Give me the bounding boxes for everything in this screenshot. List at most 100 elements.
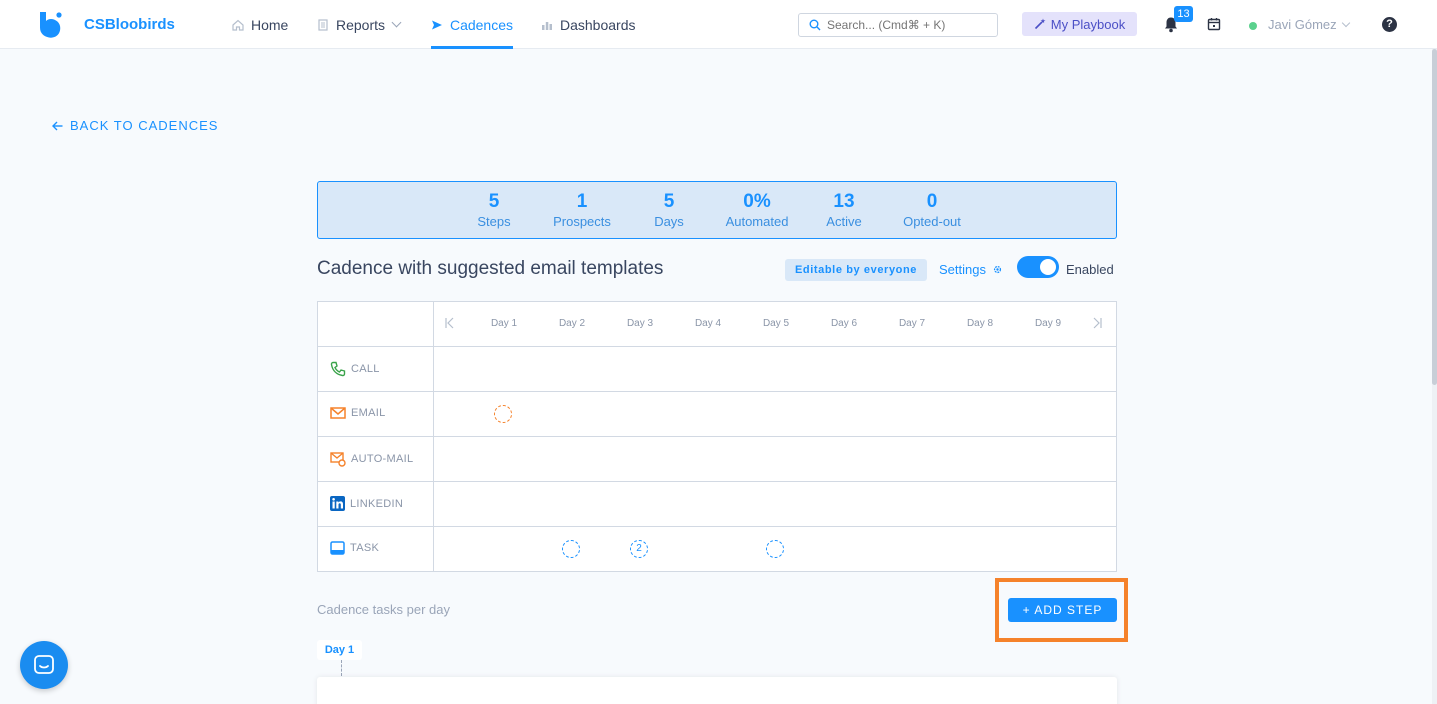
day-header: Day 4 xyxy=(694,318,722,329)
search-icon xyxy=(809,19,821,31)
stat-label: Opted-out xyxy=(903,214,961,229)
stat-value: 0% xyxy=(743,191,771,212)
calendar-icon[interactable] xyxy=(1207,17,1221,31)
page-scrollbar[interactable] xyxy=(1432,49,1437,704)
nav-cadences[interactable]: Cadences xyxy=(431,0,513,49)
nav-reports[interactable]: Reports xyxy=(317,0,402,49)
cadence-stats-panel: 5 Steps 1 Prospects 5 Days 0% Automated … xyxy=(317,181,1117,239)
chevron-down-icon xyxy=(391,17,402,28)
last-day-arrow-icon[interactable] xyxy=(1091,316,1103,330)
row-label: TASK xyxy=(350,542,380,554)
help-icon[interactable]: ? xyxy=(1382,17,1397,32)
bar-chart-icon xyxy=(542,21,552,30)
brand-name[interactable]: CSBloobirds xyxy=(84,16,175,33)
stat-active: 13 Active xyxy=(800,191,888,231)
cadence-title: Cadence with suggested email templates xyxy=(317,258,664,279)
auto-mail-icon xyxy=(330,452,346,467)
task-step-day-2[interactable] xyxy=(562,540,580,558)
task-icon xyxy=(330,541,345,555)
row-label: AUTO-MAIL xyxy=(351,453,414,465)
stat-value: 1 xyxy=(576,191,588,212)
magic-wand-icon xyxy=(1034,18,1046,30)
stat-prospects: 1 Prospects xyxy=(538,191,626,231)
search-input[interactable] xyxy=(798,13,998,37)
day-header: Day 2 xyxy=(558,318,586,329)
phone-icon xyxy=(330,361,346,377)
top-nav-bar: CSBloobirds Home Reports Cadences Dashbo… xyxy=(0,0,1437,49)
gear-icon xyxy=(993,265,1002,274)
back-link-label: BACK TO CADENCES xyxy=(70,118,219,133)
row-label: EMAIL xyxy=(351,407,386,419)
day-header: Day 6 xyxy=(830,318,858,329)
nav-home[interactable]: Home xyxy=(232,0,288,49)
timeline-day-tag: Day 1 xyxy=(317,640,362,660)
my-playbook-button[interactable]: My Playbook xyxy=(1022,12,1137,36)
nav-dashboards[interactable]: Dashboards xyxy=(541,0,636,49)
online-status-dot xyxy=(1249,22,1257,30)
email-step-day-1[interactable] xyxy=(494,405,512,423)
nav-reports-label: Reports xyxy=(336,16,386,33)
day-header: Day 7 xyxy=(898,318,926,329)
grid-divider xyxy=(318,346,1116,347)
nav-cadences-label: Cadences xyxy=(449,16,513,33)
stat-opted-out: 0 Opted-out xyxy=(888,191,976,231)
my-playbook-label: My Playbook xyxy=(1050,16,1126,32)
settings-label: Settings xyxy=(939,262,986,277)
row-task: TASK xyxy=(330,541,379,555)
cadence-steps-grid: Day 1 Day 2 Day 3 Day 4 Day 5 Day 6 Day … xyxy=(317,301,1117,572)
send-icon xyxy=(431,20,442,29)
day-header: Day 3 xyxy=(626,318,654,329)
stat-label: Prospects xyxy=(553,214,611,229)
stat-label: Days xyxy=(654,214,684,229)
stat-value: 5 xyxy=(488,191,500,212)
stat-steps: 5 Steps xyxy=(450,191,538,231)
user-menu[interactable]: Javi Gómez xyxy=(1268,17,1350,32)
row-call: CALL xyxy=(330,361,380,377)
chat-bubble-icon xyxy=(34,655,54,674)
bloobirds-logo-icon[interactable] xyxy=(38,12,62,38)
stat-value: 13 xyxy=(833,191,855,212)
envelope-icon xyxy=(330,407,346,419)
home-icon xyxy=(232,19,244,31)
row-label: CALL xyxy=(351,363,380,375)
stat-label: Steps xyxy=(477,214,511,229)
chat-launcher-button[interactable] xyxy=(20,641,68,689)
arrow-left-icon xyxy=(52,121,63,130)
day-header: Day 9 xyxy=(1034,318,1062,329)
task-step-day-3[interactable]: 2 xyxy=(630,540,648,558)
stat-label: Automated xyxy=(725,214,789,229)
enabled-toggle[interactable] xyxy=(1017,256,1059,278)
grid-divider xyxy=(318,391,1116,392)
task-step-day-5[interactable] xyxy=(766,540,784,558)
grid-divider xyxy=(318,436,1116,437)
reports-icon xyxy=(318,18,328,31)
timeline-connector xyxy=(341,660,342,676)
row-auto-mail: AUTO-MAIL xyxy=(330,451,413,467)
first-day-arrow-icon[interactable] xyxy=(444,316,456,330)
day-header: Day 8 xyxy=(966,318,994,329)
nav-home-label: Home xyxy=(251,16,289,33)
stat-value: 5 xyxy=(663,191,675,212)
day-task-card[interactable] xyxy=(317,677,1117,704)
stat-value: 0 xyxy=(926,191,938,212)
notification-count-badge: 13 xyxy=(1174,6,1193,22)
add-step-button[interactable]: + ADD STEP xyxy=(1008,598,1117,622)
row-email: EMAIL xyxy=(330,406,386,420)
settings-link[interactable]: Settings xyxy=(939,262,1003,277)
user-name: Javi Gómez xyxy=(1268,17,1337,32)
stat-days: 5 Days xyxy=(625,191,713,231)
day-header: Day 1 xyxy=(490,318,518,329)
row-linkedin: LINKEDIN xyxy=(330,496,403,511)
nav-dashboards-label: Dashboards xyxy=(560,16,636,33)
enabled-label: Enabled xyxy=(1066,262,1114,277)
editable-by-everyone-badge: Editable by everyone xyxy=(785,259,927,281)
tasks-per-day-heading: Cadence tasks per day xyxy=(317,602,450,617)
row-label: LINKEDIN xyxy=(350,497,404,510)
grid-divider xyxy=(318,481,1116,482)
back-to-cadences-link[interactable]: BACK TO CADENCES xyxy=(52,118,218,133)
stat-automated: 0% Automated xyxy=(713,191,801,231)
linkedin-icon xyxy=(330,496,345,511)
stat-label: Active xyxy=(826,214,862,229)
day-header: Day 5 xyxy=(762,318,790,329)
grid-divider xyxy=(318,526,1116,527)
